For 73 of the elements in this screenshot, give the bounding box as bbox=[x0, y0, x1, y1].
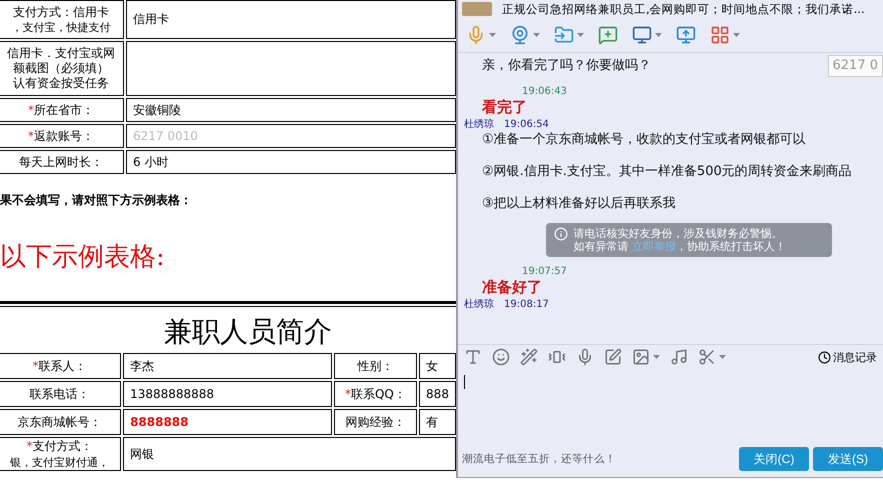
form-value: 信用卡 bbox=[126, 0, 456, 39]
example-heading: 以下示例表格: bbox=[0, 241, 166, 274]
font-icon[interactable] bbox=[464, 348, 482, 366]
form-value: 8888888 bbox=[123, 409, 332, 435]
account-field: 6217 0 bbox=[828, 55, 883, 77]
sender-name: 杜绣琼 bbox=[464, 298, 494, 311]
emoji-icon[interactable] bbox=[492, 348, 510, 366]
close-button[interactable]: 关闭(C) bbox=[739, 447, 809, 471]
caret-icon bbox=[655, 33, 662, 37]
document-title: 兼职人员简介 bbox=[163, 314, 333, 350]
form-label: 支付方式：信用卡 ，支付宝，快捷支付 bbox=[0, 0, 124, 39]
music-icon[interactable] bbox=[670, 348, 688, 366]
info-icon bbox=[554, 227, 568, 241]
message-time: 19:06:43 bbox=[522, 85, 567, 98]
form-label: 性别： bbox=[334, 353, 418, 379]
shake-icon[interactable] bbox=[548, 348, 566, 366]
form-value: 有 bbox=[419, 409, 456, 435]
form-value: 女 bbox=[419, 353, 456, 379]
form-value: 安徽铜陵 bbox=[126, 98, 456, 122]
clock-icon bbox=[818, 350, 831, 364]
image-icon[interactable] bbox=[632, 348, 660, 366]
screen-share-icon[interactable] bbox=[676, 25, 696, 45]
form-value: 6217 0010 bbox=[126, 124, 456, 148]
send-button[interactable]: 发送(S) bbox=[813, 447, 883, 471]
ad-text[interactable]: 潮流电子低至五折，还等什么！ bbox=[462, 452, 735, 466]
monitor-icon[interactable] bbox=[632, 25, 662, 45]
message-text: ②网银.信用卡.支付宝。其中一样准备500元的周转资金来刷商品 bbox=[482, 163, 852, 181]
wand-icon[interactable] bbox=[520, 348, 538, 366]
form-label: *联系QQ： bbox=[334, 381, 418, 407]
form-label: 网购经验： bbox=[334, 409, 418, 435]
form-label: 联系电话： bbox=[0, 381, 122, 407]
form-label: 京东商城帐号： bbox=[0, 409, 122, 435]
message-text: ③把以上材料准备好以后再联系我 bbox=[482, 195, 676, 213]
apps-icon[interactable] bbox=[710, 25, 740, 45]
caret-icon bbox=[733, 33, 740, 37]
message-time: 19:07:57 bbox=[522, 265, 567, 278]
caret-icon bbox=[577, 33, 584, 37]
avatar-placeholder bbox=[462, 2, 492, 16]
form-label: *支付方式： 银，支付宝财付通， bbox=[0, 437, 122, 471]
webcam-icon[interactable] bbox=[510, 25, 540, 45]
chat-add-icon[interactable] bbox=[598, 25, 618, 45]
instruction-text: 果不会填写，请对照下方示例表格： bbox=[0, 192, 193, 209]
caret-icon bbox=[653, 355, 660, 359]
edit-icon[interactable] bbox=[604, 348, 622, 366]
form-value: 6 小时 bbox=[126, 150, 456, 174]
message-text: ①准备一个京东商城帐号，收款的支付宝或者网银都可以 bbox=[482, 131, 806, 149]
message-text: 看完了 bbox=[482, 98, 527, 116]
history-button[interactable]: 消息记录 bbox=[818, 350, 877, 364]
scissors-icon[interactable] bbox=[698, 348, 726, 366]
form-label: *返款账号： bbox=[0, 124, 124, 148]
message-text: 亲，你看完了吗？你要做吗？ bbox=[482, 57, 651, 75]
message-time: 19:08:17 bbox=[504, 298, 549, 311]
caret-icon bbox=[719, 355, 726, 359]
text-cursor bbox=[464, 375, 465, 389]
caret-icon bbox=[489, 33, 496, 37]
form-label: *联系人： bbox=[0, 353, 122, 379]
notice-text: ，协助系统打击坏人！ bbox=[676, 240, 786, 253]
form-label: 每天上网时长： bbox=[0, 150, 124, 174]
form-value: 13888888888 bbox=[123, 381, 332, 407]
notice-text: 如有异常请 bbox=[574, 240, 630, 253]
message-text: 准备好了 bbox=[482, 278, 542, 296]
form-label: 信用卡．支付宝或网 额截图（必须填） 认有资金按受任务 bbox=[0, 41, 124, 96]
form-value: 网银 bbox=[123, 437, 456, 471]
form-label: *所在省市： bbox=[0, 98, 124, 122]
caret-icon bbox=[533, 33, 540, 37]
window-title: 正规公司急招网络兼职员工,会网购即可；时间地点不限；我们承诺... bbox=[502, 2, 865, 16]
form-value: 李杰 bbox=[123, 353, 332, 379]
microphone-icon[interactable] bbox=[576, 348, 594, 366]
folder-icon[interactable] bbox=[554, 25, 584, 45]
sender-name: 杜绣琼 bbox=[464, 118, 494, 131]
notice-text: 请电话核实好友身份，涉及钱财务必警惕。 bbox=[574, 227, 784, 240]
form-value: 888 bbox=[419, 381, 456, 407]
message-time: 19:06:54 bbox=[504, 118, 549, 131]
